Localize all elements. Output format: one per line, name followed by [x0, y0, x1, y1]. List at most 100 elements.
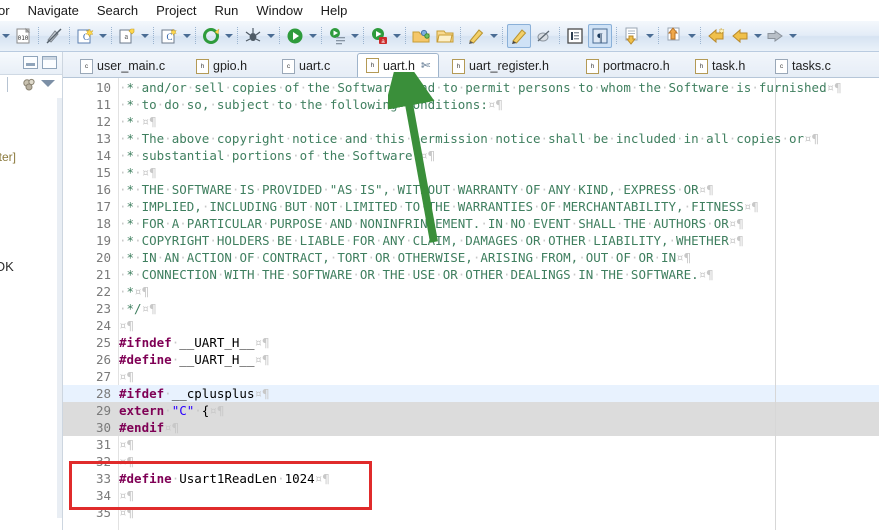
debug-dropdown-arrow[interactable] [265, 25, 276, 47]
maximize-icon[interactable] [42, 56, 57, 69]
code-line[interactable]: ·*·to·do·so,·subject·to·the·following·co… [119, 96, 503, 113]
new-project-dropdown-arrow[interactable] [97, 25, 108, 47]
close-icon[interactable]: ✄ [421, 59, 430, 72]
code-line[interactable]: ¤¶ [119, 504, 134, 521]
code-line[interactable]: ·*·IMPLIED,·INCLUDING·BUT·NOT·LIMITED·TO… [119, 198, 759, 215]
new-file-dropdown-arrow[interactable] [139, 25, 150, 47]
build-dropdown-arrow[interactable] [223, 25, 234, 47]
editor-tab-label: uart.c [299, 59, 331, 73]
code-line[interactable]: ·*·The·above·copyright·notice·and·this·p… [119, 130, 819, 147]
show-whitespace-button[interactable]: ¶ [588, 24, 612, 48]
menu-item-navigate[interactable]: Navigate [19, 0, 88, 21]
editor-tab-uart_register-h[interactable]: h uart_register.h [443, 54, 573, 77]
collapse-all-icon[interactable] [22, 78, 37, 92]
debug-button[interactable] [242, 25, 264, 47]
menu-item-editor[interactable]: or [0, 0, 19, 21]
menu-item-run[interactable]: Run [206, 0, 248, 21]
editor-tab-uart-h[interactable]: h uart.h ✄ [357, 53, 439, 77]
build-button[interactable] [200, 25, 222, 47]
code-line[interactable]: #endif¤¶ [119, 419, 179, 436]
menu-item-window[interactable]: Window [247, 0, 311, 21]
code-line[interactable]: ¤¶ [119, 368, 134, 385]
code-line[interactable]: ·*·COPYRIGHT·HOLDERS·BE·LIABLE·FOR·ANY·C… [119, 232, 744, 249]
toolbar-separator [363, 27, 364, 45]
code-line[interactable]: ¤¶ [119, 487, 134, 504]
previous-annotation-dropdown-arrow[interactable] [686, 25, 697, 47]
menu-item-search[interactable]: Search [88, 0, 147, 21]
code-line[interactable]: ·*·FOR·A·PARTICULAR·PURPOSE·AND·NONINFRI… [119, 215, 744, 232]
line-number: 19 [95, 233, 111, 248]
editor-tab-gpio-h[interactable]: h gpio.h [187, 54, 269, 77]
eclipse-ide-window: or Navigate Search Project Run Window He… [0, 0, 879, 530]
project-explorer-panel: aster] OK [0, 52, 63, 530]
h-file-icon: h [366, 58, 379, 73]
previous-annotation-button[interactable] [663, 25, 685, 47]
code-line[interactable]: #define·Usart1ReadLen·1024¤¶ [119, 470, 330, 487]
new-file-button[interactable]: a [116, 25, 138, 47]
next-annotation-dropdown-arrow[interactable] [644, 25, 655, 47]
code-line[interactable]: ·*/¤¶ [119, 300, 157, 317]
code-line[interactable]: ·*·¤¶ [119, 164, 157, 181]
code-line[interactable]: ·*·IN·AN·ACTION·OF·CONTRACT,·TORT·OR·OTH… [119, 249, 691, 266]
forward-dropdown-arrow[interactable] [787, 25, 798, 47]
project-explorer-scrollbar[interactable] [57, 98, 62, 518]
code-line[interactable]: extern·"C"·{¤¶ [119, 402, 224, 419]
editor-tab-task-h[interactable]: h task.h [686, 54, 762, 77]
new-class-dropdown-arrow[interactable] [181, 25, 192, 47]
search-dropdown-arrow[interactable] [488, 25, 499, 47]
new-c-cpp-project-button[interactable]: C [74, 25, 96, 47]
code-line[interactable]: ¤¶ [119, 317, 134, 334]
back-dropdown-arrow[interactable] [752, 25, 763, 47]
c-file-icon: c [80, 58, 93, 74]
toggle-mark-occurrences-button[interactable] [43, 25, 65, 47]
menu-item-help[interactable]: Help [312, 0, 357, 21]
search-button[interactable] [465, 25, 487, 47]
editor-area: c user_main.c h gpio.h c uart.c h uart.h ✄ h uart_… [63, 52, 879, 530]
editor-tab-uart-c[interactable]: c uart.c [273, 54, 353, 77]
code-line[interactable]: ¤¶ [119, 436, 134, 453]
code-line[interactable]: #ifdef·__cplusplus¤¶ [119, 385, 270, 402]
code-line[interactable]: ·*¤¶ [119, 283, 149, 300]
view-menu-icon[interactable] [41, 80, 55, 87]
binary-view-button[interactable]: 010 [12, 25, 34, 47]
line-number: 18 [95, 216, 111, 231]
toolbar-separator [405, 27, 406, 45]
h-file-icon: h [452, 58, 465, 74]
editor-tab-label: portmacro.h [603, 59, 670, 73]
forward-button[interactable] [764, 25, 786, 47]
external-tools-dropdown-arrow[interactable] [349, 25, 360, 47]
code-view[interactable]: 10 11 12 13 14 15 16 17 18 19 20 21 22 23 24 25 26 27 28 29… [63, 78, 879, 530]
code-line[interactable]: ·*·THE·SOFTWARE·IS·PROVIDED·"AS·IS",·WIT… [119, 181, 714, 198]
editor-tab-tasks-c[interactable]: c tasks.c [766, 54, 848, 77]
next-annotation-button[interactable] [621, 25, 643, 47]
skip-breakpoints-button[interactable] [533, 25, 555, 47]
stop-dropdown-arrow[interactable] [391, 25, 402, 47]
run-button[interactable] [284, 25, 306, 47]
stop-build-button[interactable]: a [368, 25, 390, 47]
line-number: 21 [95, 267, 111, 282]
minimize-icon[interactable] [23, 56, 38, 69]
code-line[interactable]: ·*·¤¶ [119, 113, 157, 130]
code-line[interactable]: #define·__UART_H__¤¶ [119, 351, 270, 368]
editor-tab-portmacro-h[interactable]: h portmacro.h [577, 54, 682, 77]
code-line[interactable]: ¤¶ [119, 453, 134, 470]
code-line[interactable]: ·*·substantial·portions·of·the·Software.… [119, 147, 435, 164]
line-number-gutter: 10 11 12 13 14 15 16 17 18 19 20 21 22 23 24 25 26 27 28 29… [63, 78, 119, 530]
code-line[interactable]: ·*·CONNECTION·WITH·THE·SOFTWARE·OR·THE·U… [119, 266, 714, 283]
code-line[interactable]: ·*·and/or·sell·copies·of·the·Software,·a… [119, 79, 842, 96]
toolbar-overflow-arrow[interactable] [0, 25, 11, 47]
new-c-class-button[interactable]: C [158, 25, 180, 47]
h-file-icon: h [695, 58, 708, 74]
code-lines[interactable]: ·*·and/or·sell·copies·of·the·Software,·a… [119, 78, 879, 530]
open-folder-button[interactable] [410, 25, 432, 47]
open-type-button[interactable] [434, 25, 456, 47]
menu-item-project[interactable]: Project [147, 0, 205, 21]
back-button[interactable] [705, 25, 727, 47]
code-line[interactable]: #ifndef·__UART_H__¤¶ [119, 334, 270, 351]
editor-tab-user_main-c[interactable]: c user_main.c [71, 54, 183, 77]
forward-nav-button[interactable] [729, 25, 751, 47]
external-tools-button[interactable] [326, 25, 348, 47]
last-edit-location-button[interactable] [507, 24, 531, 48]
run-dropdown-arrow[interactable] [307, 25, 318, 47]
toggle-block-selection-button[interactable] [564, 25, 586, 47]
